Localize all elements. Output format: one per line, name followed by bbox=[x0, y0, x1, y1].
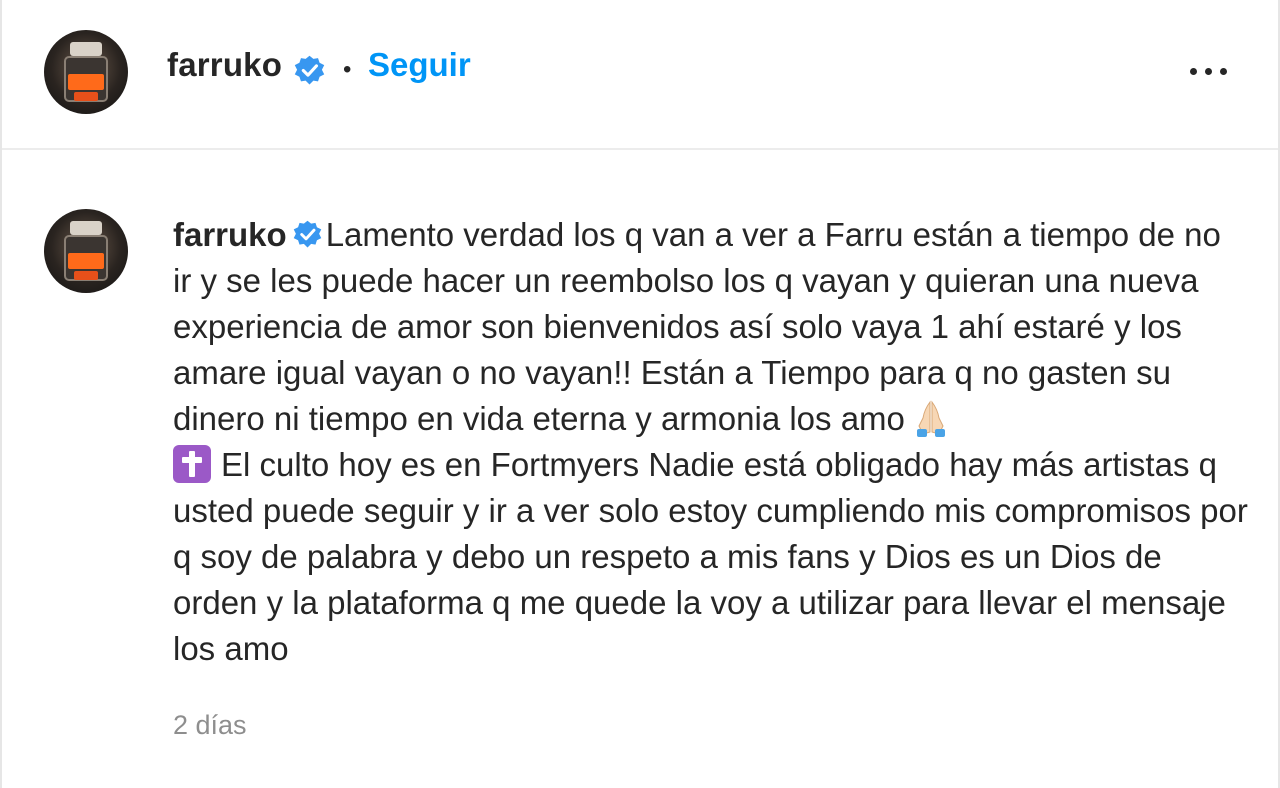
follow-button[interactable]: Seguir bbox=[368, 46, 471, 84]
comment-timestamp[interactable]: 2 días bbox=[173, 710, 247, 741]
verified-badge-icon bbox=[294, 55, 325, 85]
header-username[interactable]: farruko bbox=[167, 46, 282, 84]
post-panel: farruko • Seguir farruko Lamento verdad … bbox=[0, 0, 1280, 788]
post-header: farruko • Seguir bbox=[2, 0, 1278, 150]
caption-body-part2: El culto hoy es en Fortmyers Nadie está … bbox=[173, 446, 1248, 667]
avatar[interactable] bbox=[44, 30, 128, 114]
caption-text: farruko Lamento verdad los q van a ver a… bbox=[173, 212, 1248, 672]
separator-dot: • bbox=[343, 56, 352, 83]
verified-badge-icon bbox=[293, 220, 321, 248]
latin-cross-icon bbox=[173, 445, 211, 483]
folded-hands-icon bbox=[916, 400, 945, 437]
more-options-icon[interactable] bbox=[1184, 58, 1232, 86]
comment-avatar[interactable] bbox=[44, 209, 128, 293]
comment-username[interactable]: farruko bbox=[173, 216, 287, 253]
caption-body-part1: Lamento verdad los q van a ver a Farru e… bbox=[173, 216, 1221, 437]
